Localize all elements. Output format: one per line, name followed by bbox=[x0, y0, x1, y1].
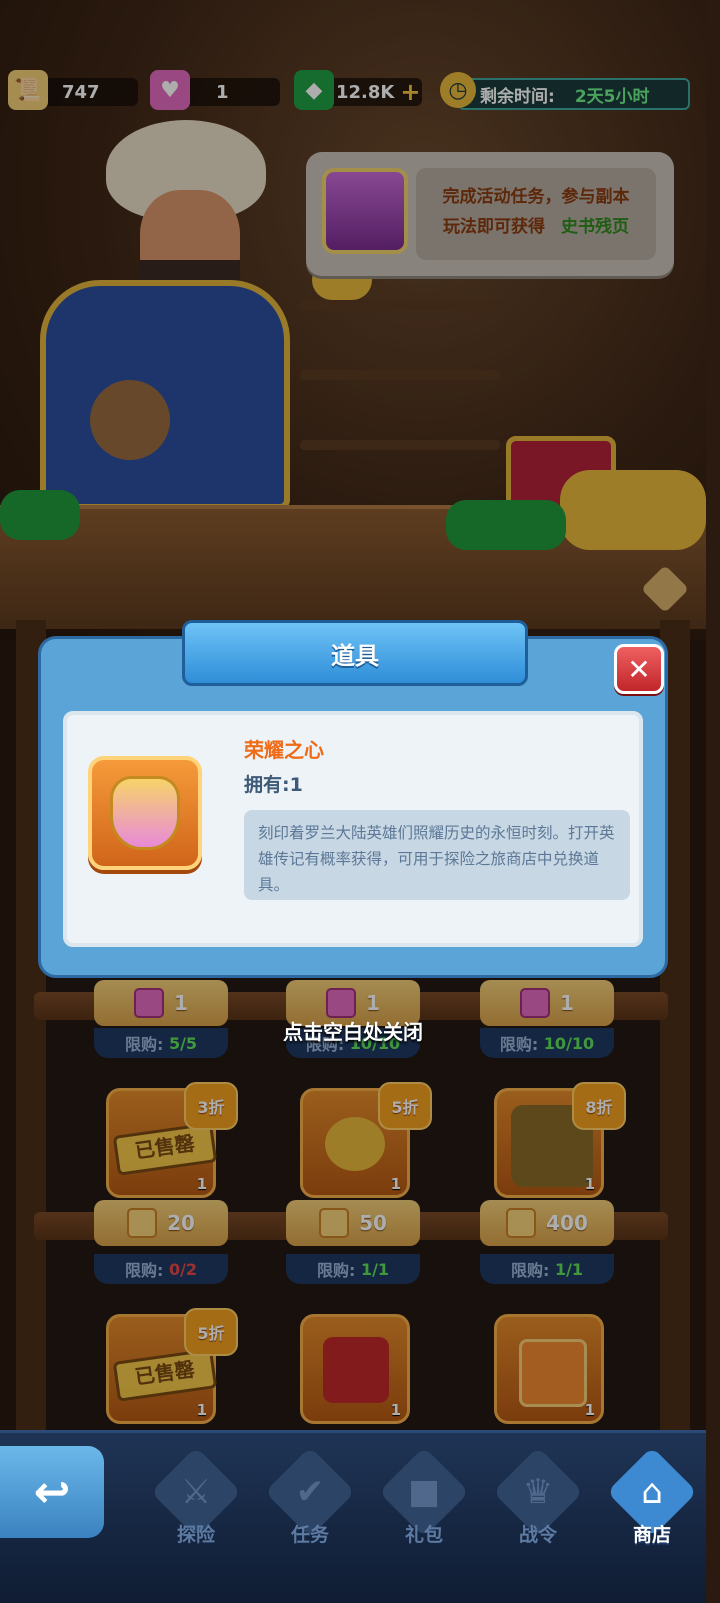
item-owned-count: 拥有:1 bbox=[244, 774, 303, 796]
tab-label: 礼包 bbox=[404, 1524, 443, 1546]
tab-label: 商店 bbox=[632, 1524, 671, 1546]
tab-battle-pass[interactable]: ♛ 战令 bbox=[490, 1446, 586, 1560]
back-arrow-icon: ↩ bbox=[33, 1466, 71, 1518]
back-button[interactable]: ↩ bbox=[0, 1446, 104, 1538]
item-name: 荣耀之心 bbox=[244, 738, 324, 762]
tab-label: 战令 bbox=[518, 1524, 557, 1546]
tab-label: 探险 bbox=[176, 1524, 215, 1546]
crossed-swords-icon: ⚔ bbox=[180, 1472, 212, 1512]
tab-label: 任务 bbox=[290, 1524, 329, 1546]
modal-title: 道具 bbox=[331, 641, 379, 670]
gift-icon: ■ bbox=[407, 1472, 441, 1512]
modal-title-ribbon: 道具 bbox=[182, 620, 528, 686]
shop-icon: ⌂ bbox=[641, 1472, 663, 1512]
close-icon: ✕ bbox=[627, 652, 651, 686]
tab-adventure[interactable]: ⚔ 探险 bbox=[148, 1446, 244, 1560]
item-description: 刻印着罗兰大陆英雄们照耀历史的永恒时刻。打开英雄传记有概率获得，可用于探险之旅商… bbox=[244, 810, 630, 900]
task-scroll-icon: ✔ bbox=[295, 1472, 325, 1512]
tap-to-close-hint: 点击空白处关闭 bbox=[283, 1020, 423, 1044]
tab-gift-pack[interactable]: ■ 礼包 bbox=[376, 1446, 472, 1560]
shield-crown-icon: ♛ bbox=[522, 1472, 554, 1512]
glory-heart-icon bbox=[110, 776, 180, 850]
tab-tasks[interactable]: ✔ 任务 bbox=[262, 1446, 358, 1560]
item-icon-frame bbox=[88, 756, 202, 870]
tab-shop[interactable]: ⌂ 商店 bbox=[604, 1446, 700, 1560]
close-button[interactable]: ✕ bbox=[614, 644, 664, 694]
